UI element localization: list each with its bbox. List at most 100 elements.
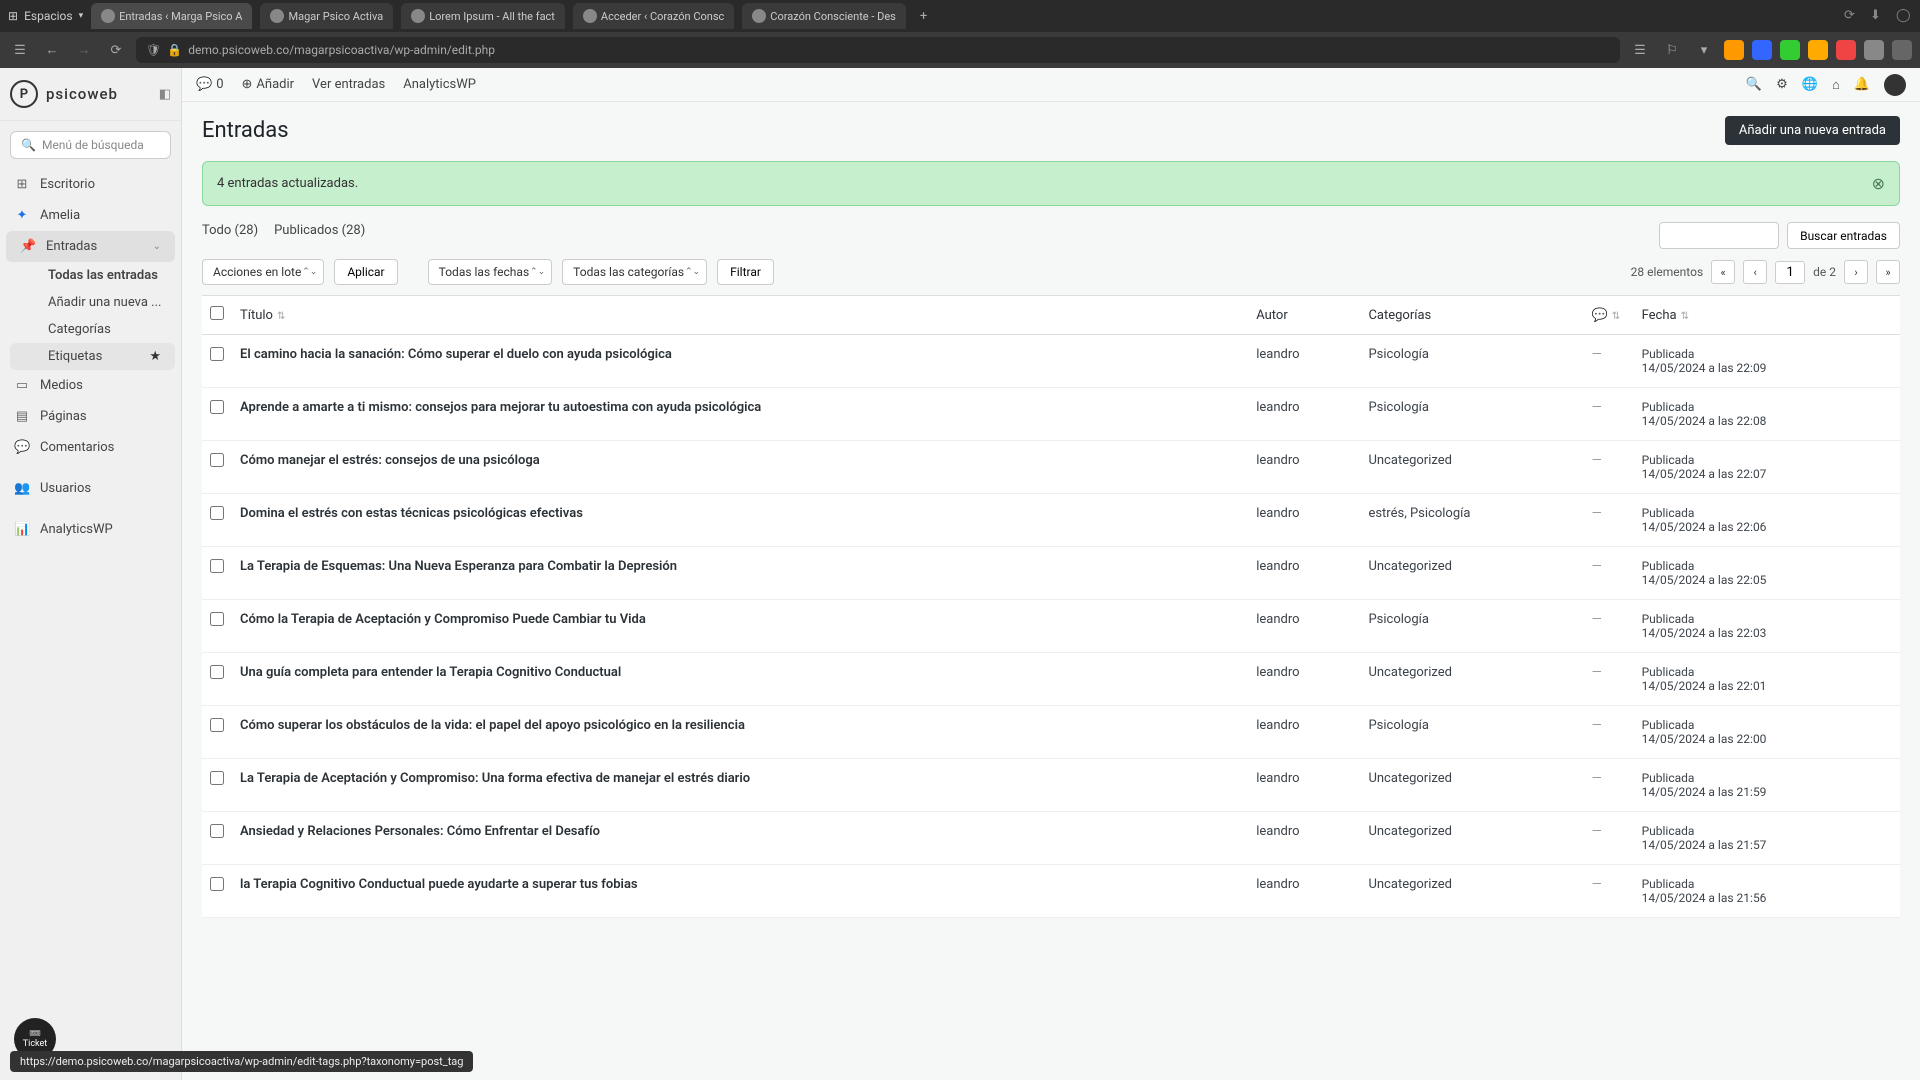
add-new[interactable]: ⊕Añadir [242,77,295,92]
extension-icon[interactable] [1808,40,1828,60]
nav-desktop[interactable]: ⊞Escritorio [0,169,181,200]
home-icon[interactable]: ⌂ [1832,77,1840,93]
row-title[interactable]: La Terapia de Esquemas: Una Nueva Espera… [232,547,1248,600]
download-icon[interactable]: ⬇ [1870,8,1886,24]
row-author[interactable]: leandro [1248,812,1360,865]
browser-tab[interactable]: Entradas ‹ Marga Psico A [91,3,252,29]
row-author[interactable]: leandro [1248,600,1360,653]
row-checkbox[interactable] [210,877,224,891]
row-title[interactable]: la Terapia Cognitivo Conductual puede ay… [232,865,1248,918]
browser-tab[interactable]: Acceder ‹ Corazón Consc [573,3,734,29]
next-page-button[interactable]: › [1844,260,1868,284]
close-icon[interactable]: ⊗ [1872,174,1885,193]
filter-button[interactable]: Filtrar [717,259,774,285]
nav-comments[interactable]: 💬Comentarios [0,432,181,463]
collapse-icon[interactable]: ◧ [159,87,171,102]
subnav-add-entry[interactable]: Añadir una nueva ... [4,289,181,316]
row-category[interactable]: Psicología [1360,388,1583,441]
comments-count[interactable]: 💬0 [196,77,224,92]
row-author[interactable]: leandro [1248,759,1360,812]
settings-icon[interactable]: ⚙ [1776,77,1788,92]
search-icon[interactable]: 🔍 [1746,77,1762,92]
subnav-tags[interactable]: Etiquetas★ [10,343,175,370]
row-checkbox[interactable] [210,400,224,414]
nav-users[interactable]: 👥Usuarios [0,473,181,504]
row-title[interactable]: El camino hacia la sanación: Cómo supera… [232,335,1248,388]
profile-icon[interactable]: ◯ [1896,8,1912,24]
globe-icon[interactable]: 🌐 [1802,77,1818,92]
page-number-input[interactable] [1775,261,1805,284]
row-checkbox[interactable] [210,453,224,467]
row-author[interactable]: leandro [1248,653,1360,706]
browser-spaces[interactable]: ⊞Espacios▾ [8,9,83,23]
analytics-link[interactable]: AnalyticsWP [403,77,476,92]
sidebar-logo[interactable]: P psicoweb ◧ [0,68,181,121]
row-category[interactable]: Uncategorized [1360,759,1583,812]
row-category[interactable]: Uncategorized [1360,653,1583,706]
col-comments[interactable]: 💬⇅ [1584,296,1634,335]
row-checkbox[interactable] [210,718,224,732]
row-title[interactable]: Domina el estrés con estas técnicas psic… [232,494,1248,547]
row-category[interactable]: Uncategorized [1360,441,1583,494]
row-title[interactable]: Aprende a amarte a ti mismo: consejos pa… [232,388,1248,441]
nav-analytics[interactable]: 📊AnalyticsWP [0,514,181,545]
extension-icon[interactable] [1836,40,1856,60]
forward-icon[interactable]: → [72,42,96,58]
bell-icon[interactable]: 🔔 [1854,77,1870,92]
user-avatar[interactable] [1884,74,1906,96]
apply-button[interactable]: Aplicar [334,259,397,285]
nav-pages[interactable]: ▤Páginas [0,401,181,432]
nav-media[interactable]: ▭Medios [0,370,181,401]
row-checkbox[interactable] [210,506,224,520]
filter-published[interactable]: Publicados (28) [274,223,365,238]
nav-amelia[interactable]: ✦Amelia [0,200,181,231]
categories-select[interactable]: Todas las categorías [562,259,707,285]
bookmark-icon[interactable]: ⚐ [1660,43,1684,58]
extension-icon[interactable] [1892,40,1912,60]
dates-select[interactable]: Todas las fechas [428,259,553,285]
row-title[interactable]: Cómo la Terapia de Aceptación y Compromi… [232,600,1248,653]
first-page-button[interactable]: « [1711,260,1735,284]
row-title[interactable]: Ansiedad y Relaciones Personales: Cómo E… [232,812,1248,865]
sync-icon[interactable]: ⟳ [1844,8,1860,24]
row-checkbox[interactable] [210,347,224,361]
subnav-categories[interactable]: Categorías [4,316,181,343]
row-author[interactable]: leandro [1248,441,1360,494]
col-title[interactable]: Título⇅ [232,296,1248,335]
row-author[interactable]: leandro [1248,388,1360,441]
extension-icon[interactable] [1864,40,1884,60]
row-title[interactable]: Una guía completa para entender la Terap… [232,653,1248,706]
reader-icon[interactable]: ☰ [1628,43,1652,58]
row-category[interactable]: Uncategorized [1360,865,1583,918]
row-checkbox[interactable] [210,665,224,679]
chevron-down-icon[interactable]: ▾ [1692,43,1716,58]
search-entries-button[interactable]: Buscar entradas [1787,222,1900,249]
filter-all[interactable]: Todo (28) [202,223,258,238]
subnav-all-entries[interactable]: Todas las entradas [4,262,181,289]
row-title[interactable]: Cómo manejar el estrés: consejos de una … [232,441,1248,494]
extension-icon[interactable] [1724,40,1744,60]
row-category[interactable]: Psicología [1360,706,1583,759]
row-author[interactable]: leandro [1248,547,1360,600]
row-author[interactable]: leandro [1248,706,1360,759]
row-category[interactable]: estrés, Psicología [1360,494,1583,547]
row-title[interactable]: La Terapia de Aceptación y Compromiso: U… [232,759,1248,812]
row-category[interactable]: Uncategorized [1360,812,1583,865]
search-entries-input[interactable] [1659,222,1779,249]
bulk-actions-select[interactable]: Acciones en lote [202,259,324,285]
menu-search[interactable]: 🔍 Menú de búsqueda [10,131,171,159]
row-author[interactable]: leandro [1248,335,1360,388]
url-bar[interactable]: 🛡 🔒 demo.psicoweb.co/magarpsicoactiva/wp… [136,37,1620,63]
view-entries[interactable]: Ver entradas [312,77,385,92]
row-checkbox[interactable] [210,824,224,838]
reload-icon[interactable]: ⟳ [104,43,128,58]
sidebar-toggle-icon[interactable]: ☰ [8,43,32,58]
row-checkbox[interactable] [210,559,224,573]
row-author[interactable]: leandro [1248,865,1360,918]
add-new-entry-button[interactable]: Añadir una nueva entrada [1725,116,1900,145]
extension-icon[interactable] [1752,40,1772,60]
back-icon[interactable]: ← [40,42,64,58]
browser-tab[interactable]: Magar Psico Activa [260,3,393,29]
nav-entries[interactable]: 📌Entradas⌄ [6,231,175,262]
last-page-button[interactable]: » [1876,260,1900,284]
